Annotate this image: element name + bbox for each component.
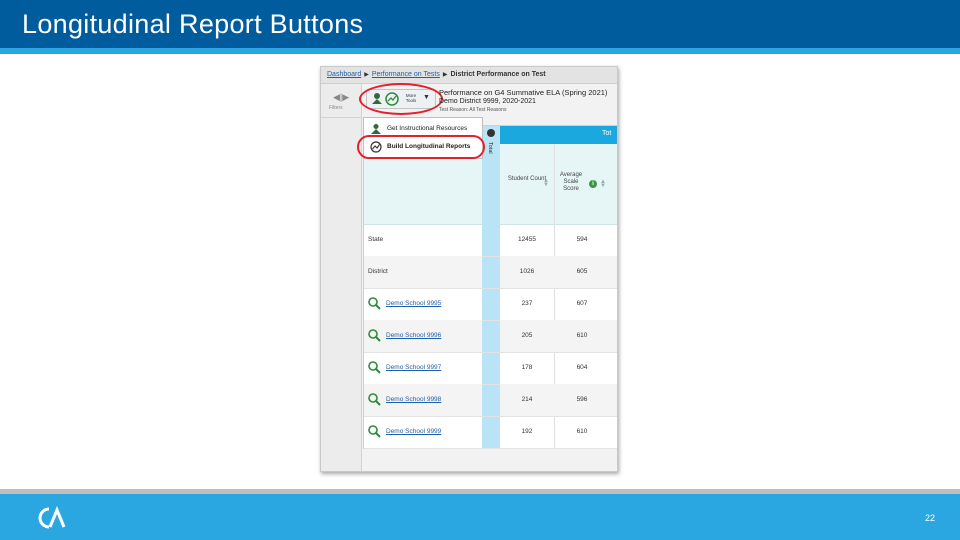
row-student-count: 178 (521, 364, 533, 371)
school-drilldown-icon[interactable] (368, 297, 381, 310)
breadcrumb-current: District Performance on Test (450, 71, 546, 78)
ca-logo-icon (38, 506, 66, 529)
school-drilldown-icon[interactable] (368, 329, 381, 342)
sort-arrows-icon[interactable]: ▲ ▼ (600, 179, 606, 189)
table-row: Demo School 9998 214 596 (364, 384, 617, 417)
results-table: Total Tot Student Count ▲ ▼ Average Scale… (363, 125, 617, 449)
school-link[interactable]: Demo School 9999 (386, 428, 441, 435)
table-row: State 12455 594 (364, 224, 617, 257)
filters-rail[interactable]: ◀|▶ Filters (321, 84, 362, 471)
row-name: State (368, 236, 384, 243)
highlight-circle-menu (357, 135, 485, 159)
breadcrumb-dashboard[interactable]: Dashboard (327, 71, 361, 78)
slide-title: Longitudinal Report Buttons (22, 9, 364, 39)
breadcrumb-performance-on-tests[interactable]: Performance on Tests (372, 71, 440, 78)
school-link[interactable]: Demo School 9997 (386, 364, 441, 371)
total-header-band (500, 126, 617, 144)
breadcrumb-separator-icon: ▶ (442, 72, 448, 78)
row-name: District (368, 268, 388, 275)
row-average-score: 607 (576, 300, 588, 307)
filters-toggle-icon[interactable]: ◀|▶ (333, 92, 349, 103)
report-test-reason: Test Reason: All Test Reasons (439, 107, 507, 113)
collapse-column-label: Total (487, 142, 493, 154)
row-average-score: 594 (576, 236, 588, 243)
column-header-student-count[interactable]: Student Count (506, 176, 548, 183)
row-average-score: 610 (576, 428, 588, 435)
school-drilldown-icon[interactable] (368, 393, 381, 406)
report-subtitle: Demo District 9999, 2020-2021 (439, 98, 536, 105)
collapse-toggle-icon[interactable] (487, 129, 495, 137)
school-drilldown-icon[interactable] (368, 425, 381, 438)
table-row: Demo School 9999 192 610 (364, 416, 617, 449)
highlight-circle-toolbar (359, 83, 443, 115)
sort-arrows-icon[interactable]: ▲ ▼ (543, 178, 549, 188)
row-student-count: 192 (521, 428, 533, 435)
column-header-average-scale-score[interactable]: Average Scale Score (556, 172, 586, 193)
total-header-label: Tot (602, 130, 612, 137)
page-number: 22 (925, 513, 936, 523)
resources-icon (371, 124, 381, 134)
table-row: Demo School 9995 237 607 (364, 288, 617, 321)
title-bar: Longitudinal Report Buttons (0, 0, 960, 48)
app-screenshot: Dashboard ▶ Performance on Tests ▶ District … (320, 66, 618, 472)
school-drilldown-icon[interactable] (368, 361, 381, 374)
info-icon[interactable]: i (589, 180, 597, 188)
title-accent-stripe (0, 48, 960, 54)
school-link[interactable]: Demo School 9995 (386, 300, 441, 307)
breadcrumb: Dashboard ▶ Performance on Tests ▶ District … (321, 67, 617, 84)
report-header: Performance on G4 Summative ELA (Spring … (439, 88, 617, 115)
row-student-count: 1026 (519, 268, 535, 275)
row-student-count: 237 (521, 300, 533, 307)
row-average-score: 596 (576, 396, 588, 403)
table-row: Demo School 9996 205 610 (364, 320, 617, 353)
school-link[interactable]: Demo School 9998 (386, 396, 441, 403)
row-average-score: 604 (576, 364, 588, 371)
report-title: Performance on G4 Summative ELA (Spring … (439, 88, 608, 97)
row-average-score: 610 (576, 332, 588, 339)
breadcrumb-separator-icon: ▶ (364, 72, 369, 78)
row-average-score: 605 (576, 268, 588, 275)
row-student-count: 12455 (517, 236, 537, 243)
filters-label: Filters (329, 105, 343, 111)
school-link[interactable]: Demo School 9996 (386, 332, 441, 339)
row-student-count: 205 (521, 332, 533, 339)
footer-bar (0, 494, 960, 540)
row-student-count: 214 (521, 396, 533, 403)
table-row: Demo School 9997 178 604 (364, 352, 617, 385)
table-row: District 1026 605 (364, 256, 617, 289)
rail-divider (321, 117, 361, 118)
